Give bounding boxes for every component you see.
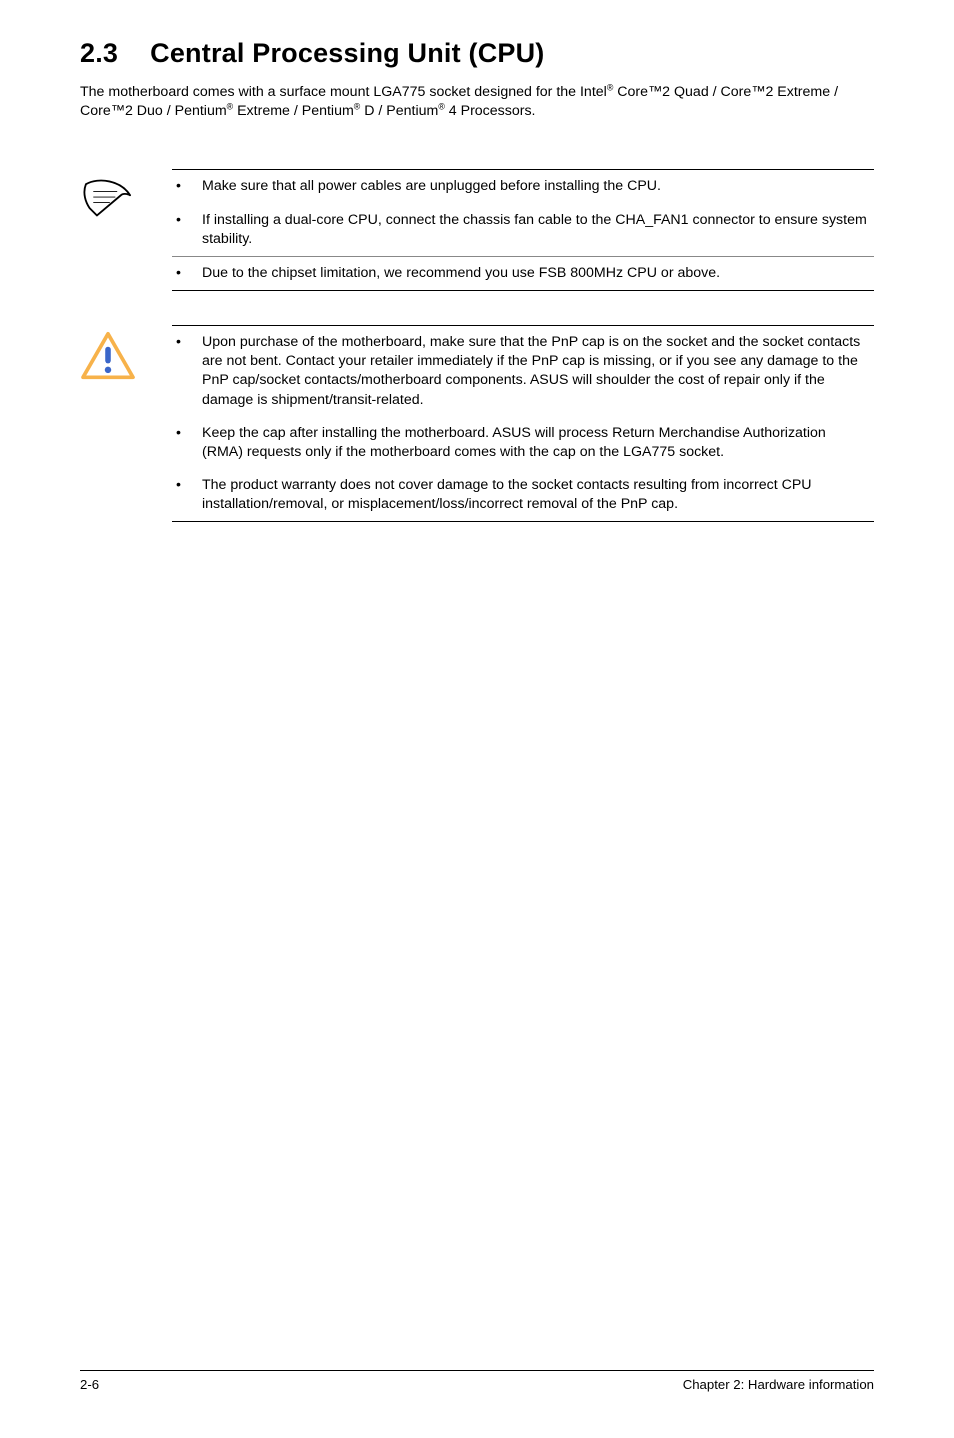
bullet-dot: • [172,211,202,230]
list-item: •If installing a dual-core CPU, connect … [172,204,874,256]
footer-page-number: 2-6 [80,1377,99,1392]
bullet-text: If installing a dual-core CPU, connect t… [202,211,874,249]
heading-number: 2.3 [80,38,118,69]
bullet-dot: • [172,264,202,283]
bullet-text: The product warranty does not cover dama… [202,476,874,514]
list-item: •The product warranty does not cover dam… [172,469,874,521]
list-item: •Keep the cap after installing the mothe… [172,417,874,469]
bullet-text: Upon purchase of the motherboard, make s… [202,333,874,410]
list-item: •Due to the chipset limitation, we recom… [172,257,874,290]
bullet-text: Due to the chipset limitation, we recomm… [202,264,874,283]
note-icon [80,169,138,226]
list-item: •Make sure that all power cables are unp… [172,170,874,203]
bullet-text: Make sure that all power cables are unpl… [202,177,874,196]
bullet-text: Keep the cap after installing the mother… [202,424,874,462]
note-block-info: •Make sure that all power cables are unp… [80,169,874,291]
footer-chapter-label: Chapter 2: Hardware information [683,1377,874,1392]
bullet-dot: • [172,476,202,495]
bullet-dot: • [172,424,202,443]
page-footer: 2-6 Chapter 2: Hardware information [80,1370,874,1392]
note-block-caution: •Upon purchase of the motherboard, make … [80,325,874,522]
heading-title: Central Processing Unit (CPU) [150,38,544,68]
bullet-dot: • [172,177,202,196]
caution-list: •Upon purchase of the motherboard, make … [172,326,874,521]
caution-icon [80,325,138,386]
list-item: •Upon purchase of the motherboard, make … [172,326,874,417]
section-heading: 2.3 Central Processing Unit (CPU) [80,38,874,69]
intro-paragraph: The motherboard comes with a surface mou… [80,83,874,121]
bullet-dot: • [172,333,202,352]
info-list: •Make sure that all power cables are unp… [172,170,874,290]
